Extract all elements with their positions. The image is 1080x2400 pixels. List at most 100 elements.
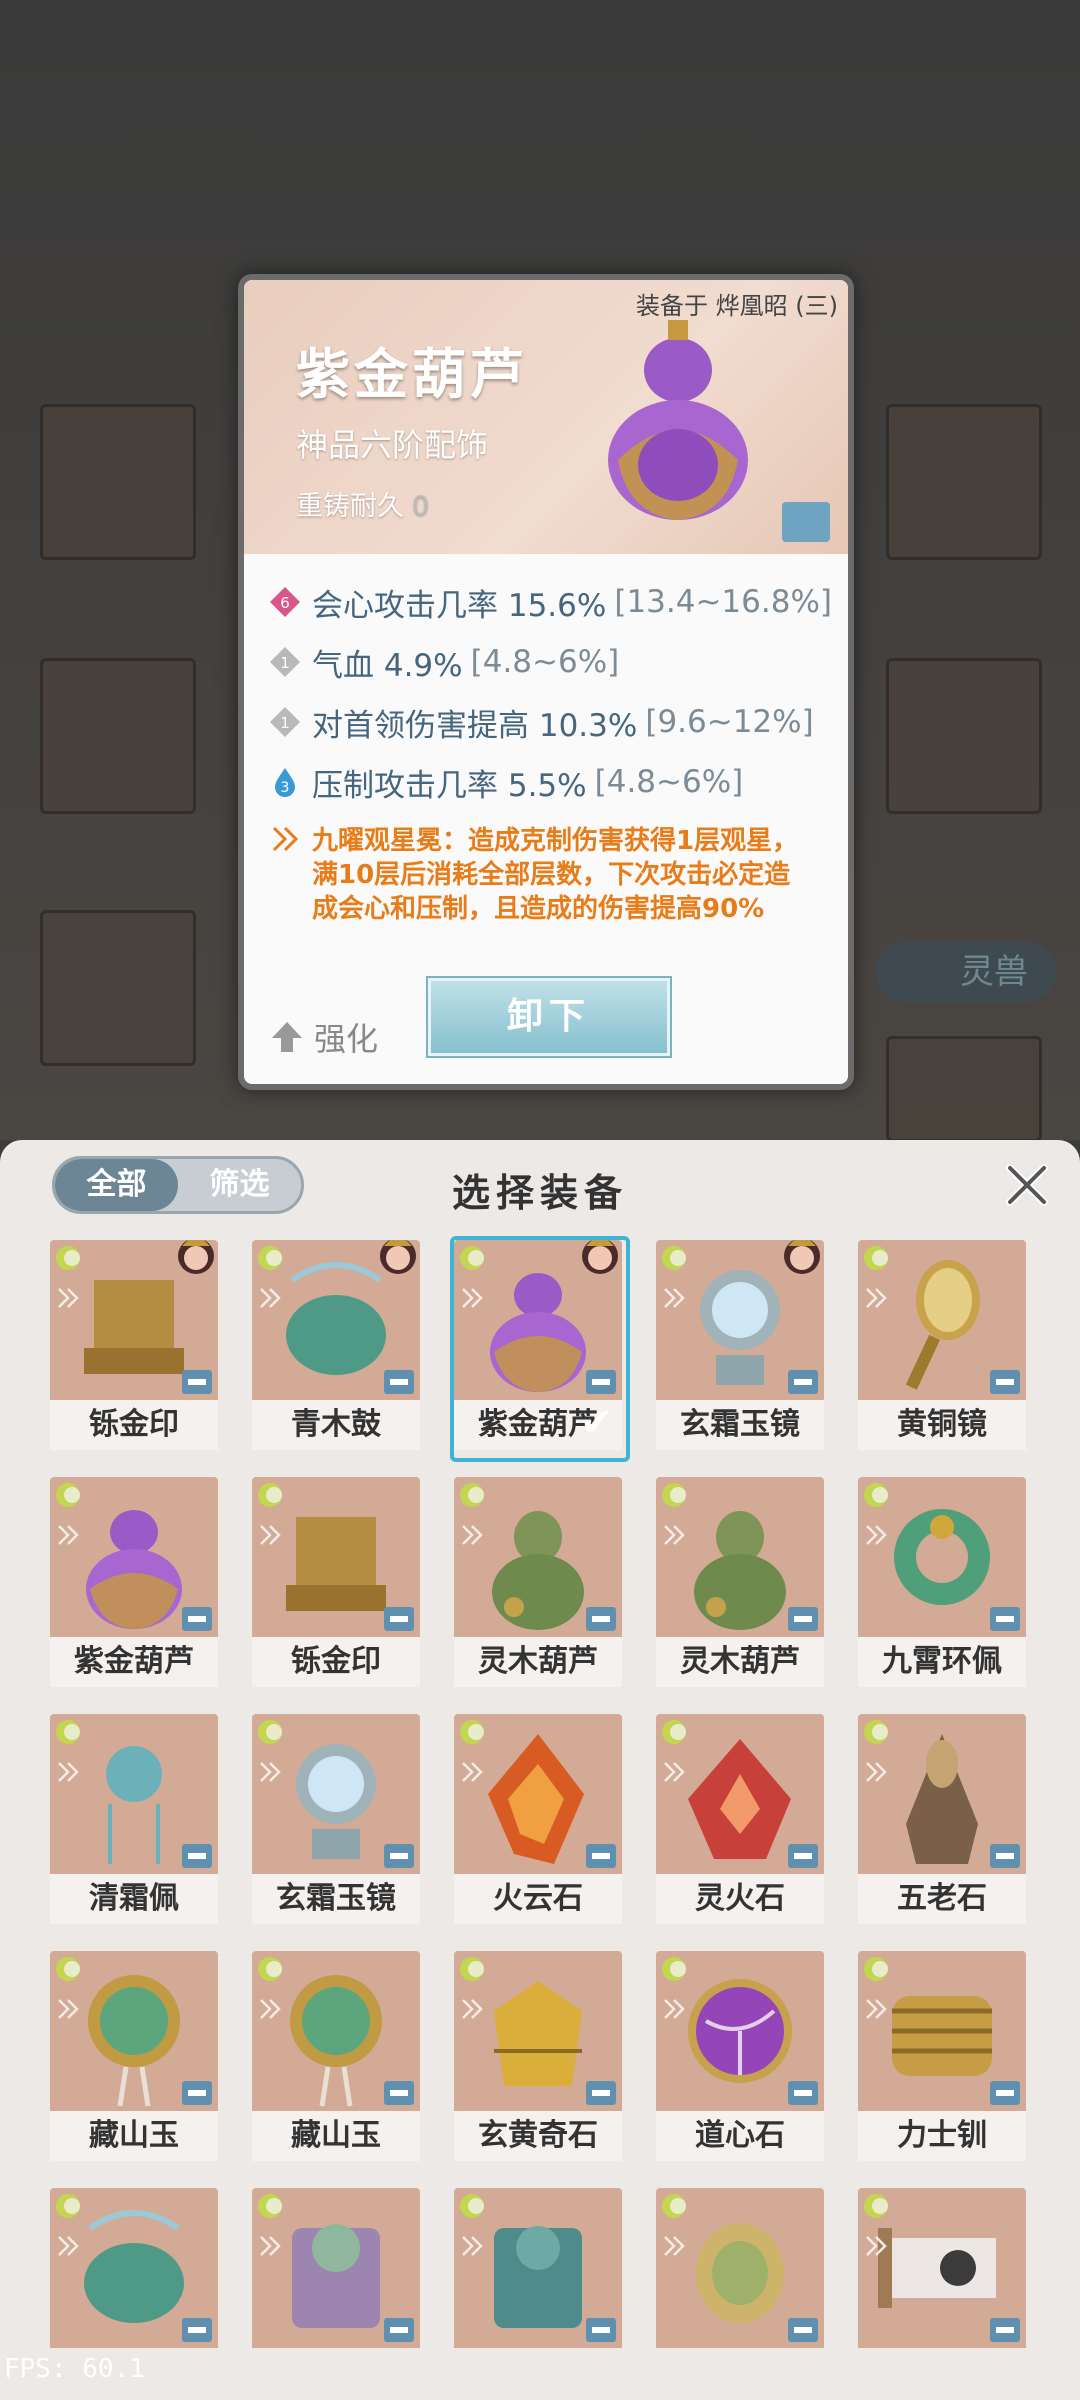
equipment-tile[interactable]: 紫金葫芦 ✔: [450, 1236, 630, 1462]
quality-icon: [662, 1720, 686, 1744]
equipment-name: 灵木葫芦: [454, 1637, 622, 1687]
lock-icon: [586, 1844, 616, 1868]
equipment-image: [858, 1951, 1026, 2111]
equipment-tile[interactable]: 玄黄奇石: [454, 1951, 622, 2165]
set-icon: [260, 1762, 281, 1782]
equipment-name: 五老石: [858, 1874, 1026, 1924]
bg-slot-weapon: [40, 404, 196, 560]
quality-icon: [258, 1720, 282, 1744]
lock-icon: [788, 1370, 818, 1394]
equipment-image: [858, 2188, 1026, 2348]
quality-icon: [662, 1246, 686, 1270]
equipment-tile[interactable]: 玄霜玉镜: [252, 1714, 420, 1928]
stat-text: 对首领伤害提高 10.3%: [312, 707, 638, 744]
set-icon: [462, 2236, 483, 2256]
equipment-image: [858, 1714, 1026, 1874]
stat-row: 6 会心攻击几率 15.6% [13.4~16.8%]: [270, 572, 833, 632]
stat-range: [13.4~16.8%]: [614, 584, 833, 620]
set-icon: [664, 1525, 685, 1545]
lock-icon: [586, 2081, 616, 2105]
hero-avatar-icon: [784, 1240, 820, 1274]
set-effect-text: 九曜观星冕：造成克制伤害获得1层观星，满10层后消耗全部层数，下次攻击必定造成会…: [312, 826, 799, 924]
item-detail-card: 装备于 烨凰昭 (三) 紫金葫芦 神品六阶配饰 重铸耐久 0 6 会心攻击几率 1…: [238, 274, 854, 1090]
quality-icon: [56, 2194, 80, 2218]
equipment-tile[interactable]: 青木鼓: [252, 1240, 420, 1454]
lock-icon: [788, 2318, 818, 2342]
set-icon: [58, 1525, 79, 1545]
equipment-image: [656, 2188, 824, 2348]
reforge-label: 重铸耐久: [296, 491, 404, 522]
equipment-tile[interactable]: [454, 2188, 622, 2400]
lock-icon: [182, 1607, 212, 1631]
equipment-image: [50, 1951, 218, 2111]
lock-icon: [990, 2081, 1020, 2105]
bg-slot-mirror: [886, 658, 1042, 814]
equipment-image: [50, 2188, 218, 2348]
quality-icon: [460, 1246, 484, 1270]
set-icon: [664, 2236, 685, 2256]
lock-icon: [788, 2081, 818, 2105]
set-icon: [462, 1999, 483, 2019]
equipment-tile[interactable]: 铄金印: [252, 1477, 420, 1691]
equipment-name: 藏山玉: [50, 2111, 218, 2161]
hero-avatar-icon: [582, 1240, 618, 1274]
quality-icon: [460, 1483, 484, 1507]
equipment-image: [858, 1240, 1026, 1400]
equipment-image: [656, 1477, 824, 1637]
equipment-tile[interactable]: 藏山玉: [50, 1951, 218, 2165]
stat-text: 气血 4.9%: [312, 647, 463, 684]
equipment-tile[interactable]: [252, 2188, 420, 2400]
unequip-button[interactable]: 卸下: [428, 978, 670, 1056]
enhance-button[interactable]: 强化: [270, 1014, 378, 1060]
equipment-tile[interactable]: [858, 2188, 1026, 2400]
equipment-image: [50, 1477, 218, 1637]
equipment-image: [454, 2188, 622, 2348]
equipment-image: [656, 1240, 824, 1400]
equipment-tile[interactable]: 力士钏: [858, 1951, 1026, 2165]
gourd-artwork: [608, 320, 748, 520]
hero-avatar-icon: [178, 1240, 214, 1274]
equipment-tile[interactable]: 灵木葫芦: [656, 1477, 824, 1691]
equipment-tile[interactable]: 道心石: [656, 1951, 824, 2165]
equipment-tile[interactable]: 灵火石: [656, 1714, 824, 1928]
stat-text: 压制攻击几率 5.5%: [312, 767, 587, 804]
equipment-tile[interactable]: 玄霜玉镜: [656, 1240, 824, 1454]
equipment-name: 九霄环佩: [858, 1637, 1026, 1687]
equipment-name: 灵火石: [656, 1874, 824, 1924]
quality-icon: [864, 1246, 888, 1270]
arrow-up-icon: [272, 1022, 302, 1052]
equipment-tile[interactable]: 紫金葫芦: [50, 1477, 218, 1691]
equipment-tile[interactable]: [656, 2188, 824, 2400]
set-icon: [462, 1762, 483, 1782]
quality-icon: [864, 1957, 888, 1981]
quality-icon: [258, 1483, 282, 1507]
equipment-tile[interactable]: 火云石: [454, 1714, 622, 1928]
equipment-tile[interactable]: 九霄环佩: [858, 1477, 1026, 1691]
equipment-name: 力士钏: [858, 2111, 1026, 2161]
quality-icon: [864, 2194, 888, 2218]
stat-row: 3 压制攻击几率 5.5% [4.8~6%]: [270, 752, 830, 812]
lock-icon: [990, 1844, 1020, 1868]
close-icon[interactable]: [1002, 1160, 1052, 1210]
equipment-name: 玄黄奇石: [454, 2111, 622, 2161]
set-icon: [462, 1288, 483, 1308]
equipment-tile[interactable]: 清霜佩: [50, 1714, 218, 1928]
equipment-image: [50, 1240, 218, 1400]
set-icon: [58, 2236, 79, 2256]
equipment-tile[interactable]: 藏山玉: [252, 1951, 420, 2165]
equipment-tile[interactable]: 黄铜镜: [858, 1240, 1026, 1454]
bg-slot-accessory: [886, 404, 1042, 560]
reforge-value: 0: [412, 491, 430, 522]
equipment-image: [252, 1477, 420, 1637]
lock-icon: [182, 1370, 212, 1394]
quality-icon: [662, 1957, 686, 1981]
diamond-badge-icon: 6: [270, 587, 300, 617]
lock-icon[interactable]: [782, 502, 830, 542]
enhance-label: 强化: [314, 1020, 379, 1058]
equipment-name: 灵木葫芦: [656, 1637, 824, 1687]
equipment-name: 紫金葫芦: [454, 1400, 622, 1450]
lock-icon: [182, 2081, 212, 2105]
equipment-tile[interactable]: 灵木葫芦: [454, 1477, 622, 1691]
equipment-tile[interactable]: 铄金印: [50, 1240, 218, 1454]
equipment-tile[interactable]: 五老石: [858, 1714, 1026, 1928]
